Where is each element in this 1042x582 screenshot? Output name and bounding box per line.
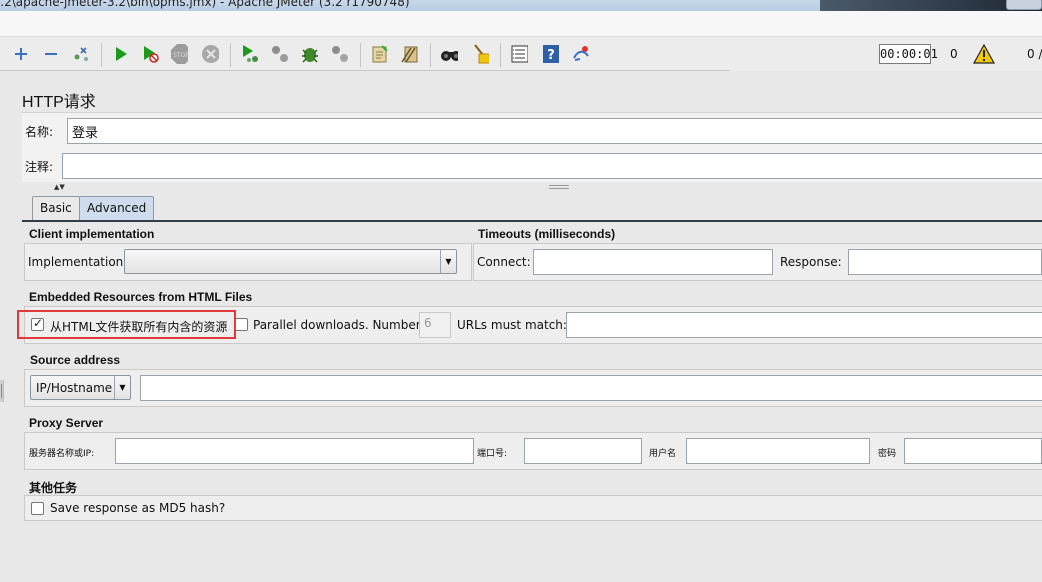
source-address-title: Source address: [30, 353, 121, 367]
comment-label: 注释:: [25, 160, 54, 174]
connect-label: Connect:: [477, 255, 531, 269]
urls-must-match-field[interactable]: [566, 312, 1042, 338]
implementation-label: Implementation:: [28, 255, 128, 269]
name-field[interactable]: 登录: [67, 118, 1042, 144]
split-divider[interactable]: [22, 183, 1042, 191]
parallel-number-field[interactable]: 6: [419, 312, 451, 338]
search-icon[interactable]: [440, 45, 458, 63]
shutdown-icon[interactable]: [201, 45, 219, 63]
remote-stop-icon[interactable]: [270, 45, 288, 63]
tab-basic[interactable]: Basic: [32, 196, 80, 221]
clear-all-2-icon[interactable]: [400, 45, 418, 63]
split-toggle-icon[interactable]: ▲▼: [54, 183, 65, 191]
toolbar: STOP ? 00:00:01 0 0 /: [0, 37, 1042, 71]
proxy-port-label: 端口号:: [477, 449, 508, 459]
tab-advanced[interactable]: Advanced: [79, 196, 155, 221]
proxy-server-title: Proxy Server: [29, 416, 104, 430]
function-helper-icon[interactable]: [510, 45, 528, 63]
start-icon[interactable]: [112, 45, 130, 63]
reset-search-icon[interactable]: [471, 44, 489, 64]
proxy-password-label: 密码: [878, 449, 897, 459]
close-window-button[interactable]: [1006, 0, 1042, 10]
chevron-down-icon: ▼: [114, 376, 130, 399]
response-timeout-field[interactable]: [848, 249, 1042, 275]
stop-icon[interactable]: STOP: [170, 44, 188, 64]
logger-icon[interactable]: [571, 45, 589, 63]
window-title: s.2\apache-jmeter-3.2\bin\opms.jmx) - Ap…: [0, 0, 410, 9]
chevron-down-icon: ▼: [440, 250, 456, 273]
split-grip-icon[interactable]: [549, 185, 569, 189]
warning-icon[interactable]: [973, 43, 995, 65]
resize-handle[interactable]: [0, 380, 4, 402]
remote-start-icon[interactable]: [240, 45, 258, 63]
connect-timeout-field[interactable]: [533, 249, 773, 275]
page-title: HTTP请求: [22, 94, 96, 111]
remove-icon[interactable]: [42, 45, 60, 63]
start-no-timers-icon[interactable]: [142, 45, 160, 63]
md5-hash-label: Save response as MD5 hash?: [50, 501, 226, 515]
client-impl-title: Client implementation: [29, 227, 155, 241]
proxy-username-field[interactable]: [686, 438, 870, 464]
add-icon[interactable]: [12, 45, 30, 63]
proxy-password-field[interactable]: [904, 438, 1042, 464]
highlight-box: [17, 310, 236, 339]
proxy-server-label: 服务器名称或IP:: [29, 449, 95, 459]
remote-start-all-icon[interactable]: [300, 45, 318, 63]
name-label: 名称:: [25, 125, 54, 139]
urls-must-match-label: URLs must match:: [457, 318, 567, 332]
proxy-port-field[interactable]: [524, 438, 642, 464]
parallel-downloads-label: Parallel downloads. Number:: [253, 318, 425, 332]
implementation-select[interactable]: ▼: [124, 249, 457, 274]
proxy-username-label: 用户名: [649, 449, 677, 459]
help-icon[interactable]: ?: [541, 45, 559, 63]
svg-text:?: ?: [547, 48, 555, 63]
svg-text:STOP: STOP: [173, 52, 188, 59]
other-tasks-title: 其他任务: [29, 481, 78, 495]
menu-bar: [0, 11, 1042, 37]
window-title-bar: s.2\apache-jmeter-3.2\bin\opms.jmx) - Ap…: [0, 0, 1042, 11]
clear-icon[interactable]: [72, 45, 90, 63]
active-threads-ratio: 0 /: [1027, 47, 1042, 61]
clear-all-icon[interactable]: [370, 45, 388, 63]
response-label: Response:: [780, 255, 842, 269]
remote-stop-all-icon[interactable]: [330, 45, 348, 63]
elapsed-timer: 00:00:01: [879, 44, 938, 64]
tab-underline: [22, 220, 1042, 222]
parallel-downloads-checkbox[interactable]: [235, 318, 248, 331]
timeouts-title: Timeouts (milliseconds): [478, 227, 616, 241]
embedded-resources-title: Embedded Resources from HTML Files: [29, 290, 253, 304]
source-address-field[interactable]: [140, 375, 1042, 401]
source-type-select[interactable]: IP/Hostname ▼: [30, 375, 131, 400]
comment-field[interactable]: [62, 153, 1042, 179]
error-count: 0: [950, 47, 958, 61]
proxy-server-field[interactable]: [115, 438, 474, 464]
md5-hash-checkbox[interactable]: [31, 502, 44, 515]
